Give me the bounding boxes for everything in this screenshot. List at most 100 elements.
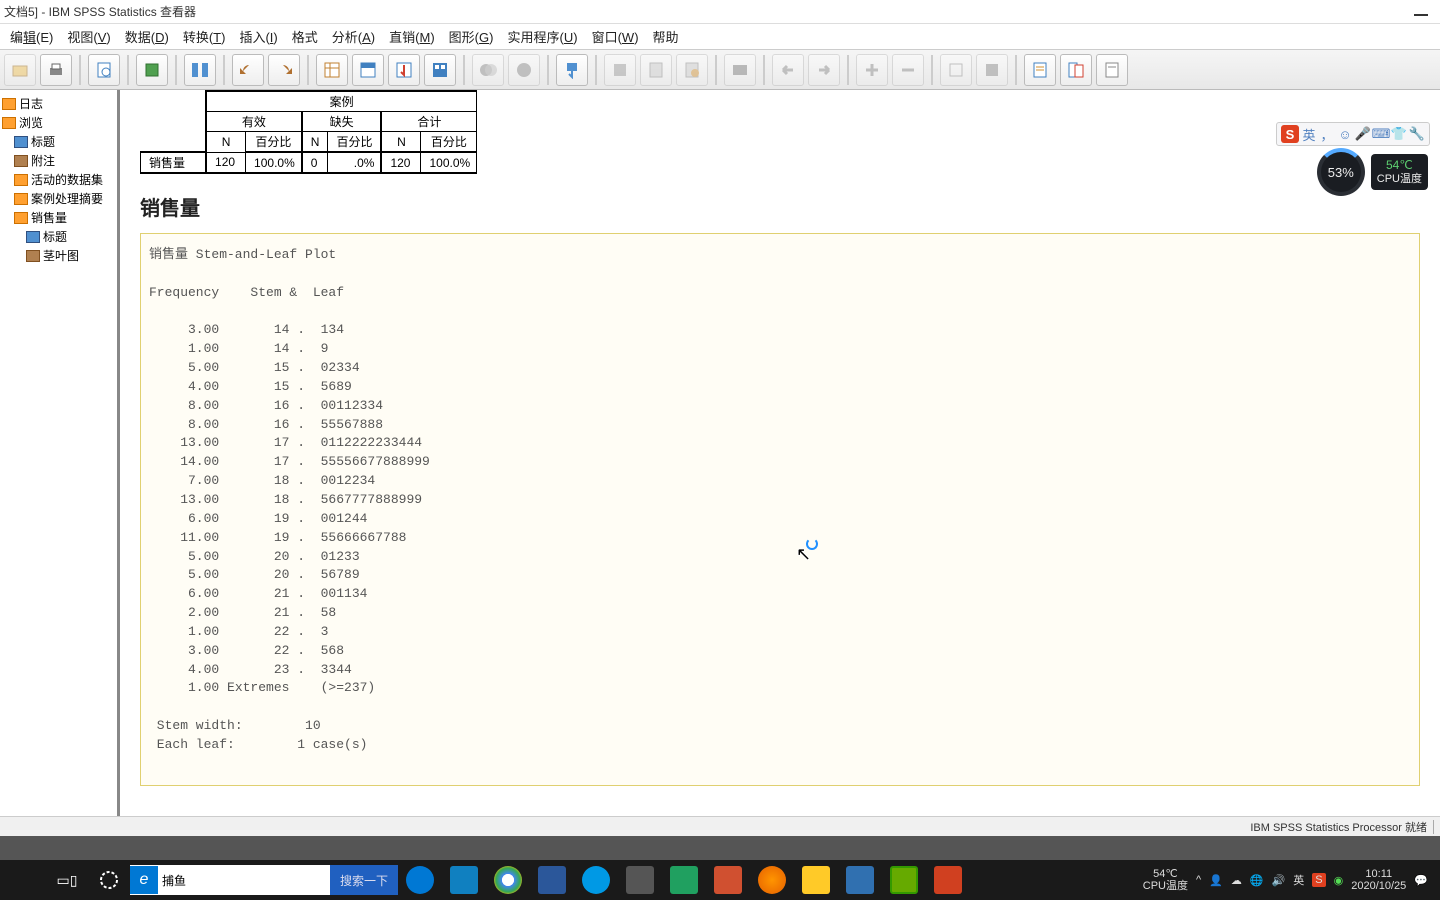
th-valid: 有效 bbox=[206, 112, 302, 132]
ime-tool-icon[interactable]: 🔧 bbox=[1409, 126, 1425, 142]
ime-punct-icon[interactable]: ， bbox=[1319, 126, 1335, 142]
pin-camtasia[interactable] bbox=[882, 860, 926, 900]
plus-icon[interactable] bbox=[856, 54, 888, 86]
statusbar: IBM SPSS Statistics Processor 就绪 bbox=[0, 816, 1440, 836]
start-icon[interactable] bbox=[4, 862, 46, 898]
tray-up-icon[interactable]: ^ bbox=[1196, 874, 1201, 886]
menu-direct[interactable]: 直销(M) bbox=[383, 25, 441, 48]
export-icon[interactable] bbox=[136, 54, 168, 86]
tray-s-icon[interactable]: S bbox=[1312, 873, 1325, 887]
menu-window[interactable]: 窗口(W) bbox=[586, 25, 645, 48]
taskview-icon[interactable]: ▭▯ bbox=[46, 862, 88, 898]
pin-chrome[interactable] bbox=[486, 860, 530, 900]
goto-var-icon[interactable] bbox=[352, 54, 384, 86]
script3-icon[interactable] bbox=[676, 54, 708, 86]
menu-util[interactable]: 实用程序(U) bbox=[501, 25, 583, 48]
menu-transform[interactable]: 转换(T) bbox=[177, 25, 232, 48]
tray-ime[interactable]: 英 bbox=[1293, 872, 1304, 888]
tray-vol-icon[interactable]: 🔊 bbox=[1272, 874, 1286, 887]
outline-pane[interactable]: 日志 浏览 标题 附注 活动的数据集 案例处理摘要 销售量 标题 茎叶图 bbox=[0, 90, 120, 836]
stemleaf-plot[interactable]: 销售量 Stem-and-Leaf Plot Frequency Stem & … bbox=[140, 233, 1420, 786]
divider bbox=[0, 836, 1440, 860]
circle1-icon[interactable] bbox=[472, 54, 504, 86]
doc2-icon[interactable] bbox=[1060, 54, 1092, 86]
search-input[interactable] bbox=[162, 873, 330, 887]
pin-app4[interactable] bbox=[706, 860, 750, 900]
outline-browse[interactable]: 浏览 bbox=[19, 114, 43, 131]
pin-app1[interactable] bbox=[574, 860, 618, 900]
rect-icon[interactable] bbox=[724, 54, 756, 86]
th-missing: 缺失 bbox=[302, 112, 382, 132]
menu-view[interactable]: 视图(V) bbox=[61, 25, 116, 48]
menu-help[interactable]: 帮助 bbox=[647, 25, 685, 48]
outline-log[interactable]: 日志 bbox=[19, 95, 43, 112]
cortana-icon[interactable] bbox=[88, 862, 130, 898]
outline-subtitle[interactable]: 标题 bbox=[43, 228, 67, 245]
outline-note[interactable]: 附注 bbox=[31, 152, 55, 169]
pin-word[interactable] bbox=[530, 860, 574, 900]
undo-icon[interactable] bbox=[232, 54, 264, 86]
pin-store[interactable] bbox=[442, 860, 486, 900]
tray-notif-icon[interactable]: 💬 bbox=[1414, 874, 1428, 887]
circle2-icon[interactable] bbox=[508, 54, 540, 86]
status-text: IBM SPSS Statistics Processor 就绪 bbox=[1250, 819, 1427, 835]
print-icon[interactable] bbox=[40, 54, 72, 86]
tray-cpu[interactable]: 54℃CPU温度 bbox=[1143, 868, 1188, 892]
tray-clock[interactable]: 10:112020/10/25 bbox=[1351, 868, 1406, 892]
pin-explorer[interactable] bbox=[794, 860, 838, 900]
redo-icon[interactable] bbox=[268, 54, 300, 86]
arrow-right-icon[interactable] bbox=[808, 54, 840, 86]
script2-icon[interactable] bbox=[640, 54, 672, 86]
outline-active[interactable]: 活动的数据集 bbox=[31, 171, 103, 188]
pin-app2[interactable] bbox=[618, 860, 662, 900]
menu-format[interactable]: 格式 bbox=[286, 25, 324, 48]
pin-edge[interactable] bbox=[398, 860, 442, 900]
tray-cloud-icon[interactable]: ☁ bbox=[1231, 874, 1242, 887]
open-icon[interactable] bbox=[4, 54, 36, 86]
menu-data[interactable]: 数据(D) bbox=[119, 25, 175, 48]
sogou-icon[interactable]: S bbox=[1281, 125, 1299, 143]
menu-insert[interactable]: 插入(I) bbox=[233, 25, 283, 48]
search-button[interactable]: 搜索一下 bbox=[330, 865, 398, 895]
pin-firefox[interactable] bbox=[750, 860, 794, 900]
ime-lang[interactable]: 英 bbox=[1301, 126, 1317, 142]
pin-app6[interactable] bbox=[926, 860, 970, 900]
tree2-icon[interactable] bbox=[976, 54, 1008, 86]
minimize-icon[interactable] bbox=[1414, 14, 1428, 16]
recall-icon[interactable] bbox=[184, 54, 216, 86]
designate-icon[interactable] bbox=[556, 54, 588, 86]
tray-people-icon[interactable]: 👤 bbox=[1209, 874, 1223, 887]
doc3-icon[interactable] bbox=[1096, 54, 1128, 86]
titlebar: 文档5] - IBM SPSS Statistics 查看器 bbox=[0, 0, 1440, 24]
system-tray[interactable]: 54℃CPU温度 ^ 👤 ☁ 🌐 🔊 英 S ◉ 10:112020/10/25… bbox=[1143, 868, 1436, 892]
tree1-icon[interactable] bbox=[940, 54, 972, 86]
pin-app3[interactable] bbox=[662, 860, 706, 900]
ime-emoji-icon[interactable]: ☺ bbox=[1337, 126, 1353, 142]
script1-icon[interactable] bbox=[604, 54, 636, 86]
doc1-icon[interactable] bbox=[1024, 54, 1056, 86]
menu-graph[interactable]: 图形(G) bbox=[443, 25, 500, 48]
tray-360-icon[interactable]: ◉ bbox=[1334, 874, 1344, 887]
arrow-left-icon[interactable] bbox=[772, 54, 804, 86]
goto-data-icon[interactable] bbox=[316, 54, 348, 86]
taskbar-search[interactable]: e bbox=[130, 865, 330, 895]
preview-icon[interactable] bbox=[88, 54, 120, 86]
tray-net-icon[interactable]: 🌐 bbox=[1250, 874, 1264, 887]
outline-title[interactable]: 标题 bbox=[31, 133, 55, 150]
ime-mic-icon[interactable]: 🎤 bbox=[1355, 126, 1371, 142]
variables-icon[interactable] bbox=[424, 54, 456, 86]
ime-keyboard-icon[interactable]: ⌨ bbox=[1373, 126, 1389, 142]
cpu-widget[interactable]: 53% 54℃ CPU温度 bbox=[1317, 148, 1428, 196]
ime-widget[interactable]: S 英 ， ☺ 🎤 ⌨ 👕 🔧 bbox=[1276, 122, 1430, 146]
pin-app5[interactable] bbox=[838, 860, 882, 900]
ime-person-icon[interactable]: 👕 bbox=[1391, 126, 1407, 142]
select-icon[interactable] bbox=[388, 54, 420, 86]
row-label: 销售量 bbox=[141, 152, 207, 173]
outline-sales[interactable]: 销售量 bbox=[31, 209, 67, 226]
menu-edit[interactable]: 编辑(E) bbox=[4, 25, 59, 48]
outline-casesummary[interactable]: 案例处理摘要 bbox=[31, 190, 103, 207]
outline-stemleaf[interactable]: 茎叶图 bbox=[43, 247, 79, 264]
ie-icon: e bbox=[130, 866, 158, 894]
menu-analyze[interactable]: 分析(A) bbox=[326, 25, 381, 48]
minus-icon[interactable] bbox=[892, 54, 924, 86]
